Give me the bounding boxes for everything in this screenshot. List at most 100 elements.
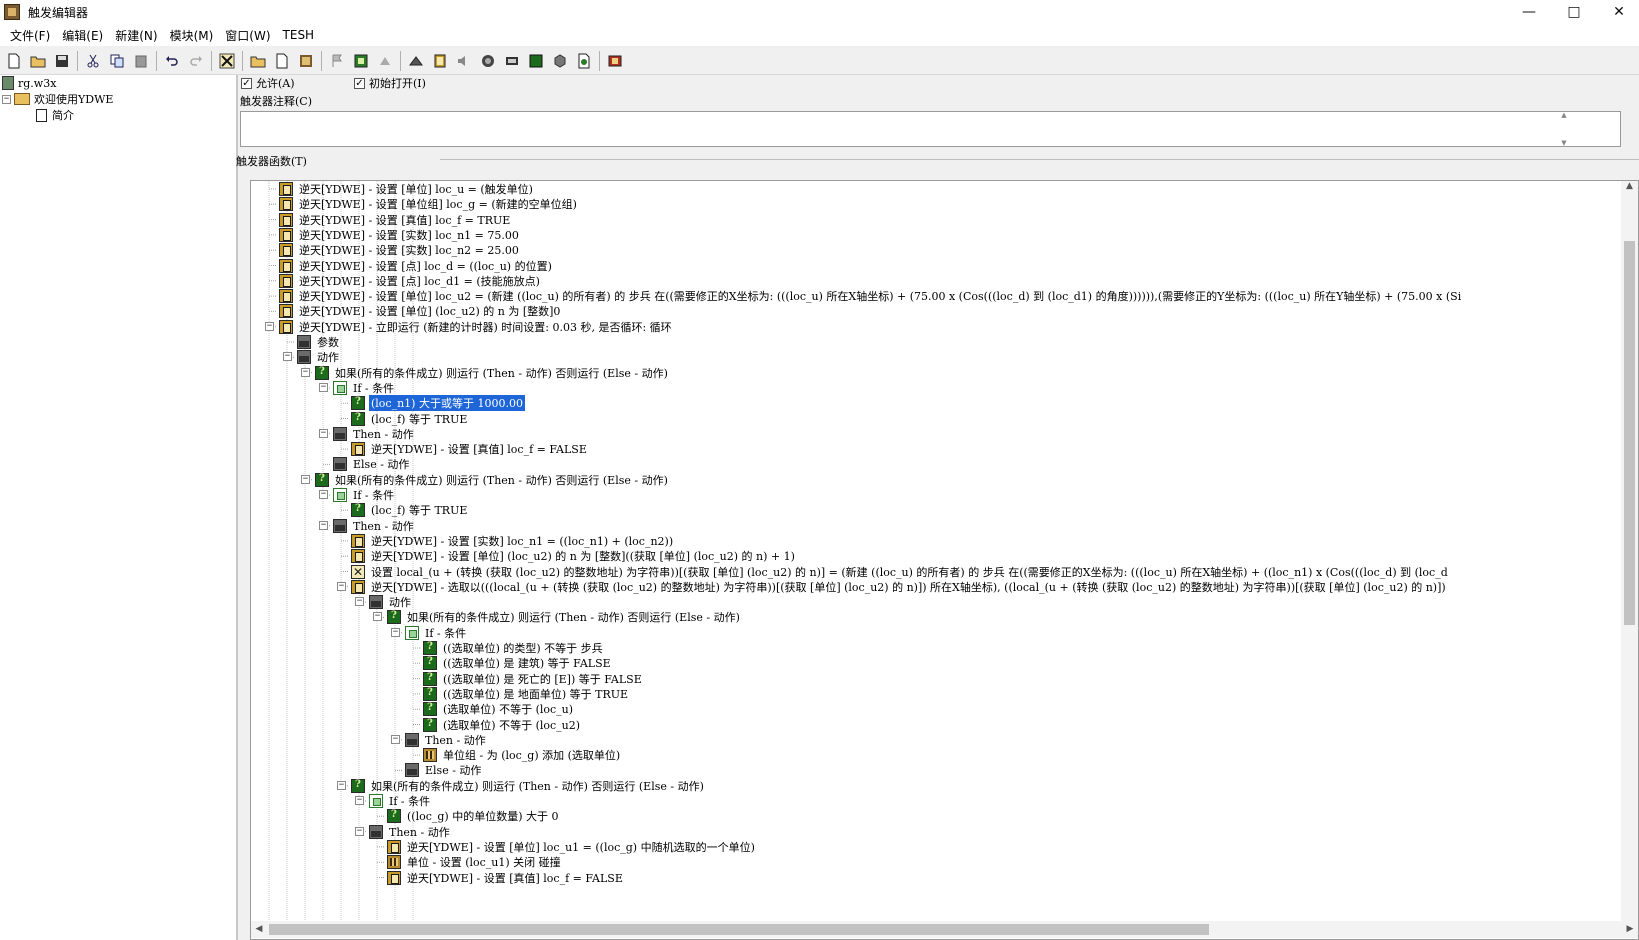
tree-row[interactable]: If - 条件	[333, 487, 396, 503]
initially-on-checkbox[interactable]: ✓ 初始打开(I)	[354, 75, 426, 91]
cut-icon[interactable]	[83, 51, 103, 71]
collapse-icon[interactable]: −	[373, 612, 382, 622]
unit-editor-icon[interactable]	[406, 51, 426, 71]
collapse-icon[interactable]: −	[301, 367, 310, 377]
tree-row[interactable]: (loc_f) 等于 TRUE	[351, 502, 469, 518]
ai-editor-icon[interactable]	[478, 51, 498, 71]
tree-row[interactable]: 逆天[YDWE] - 设置 [实数] loc_n2 = 25.00	[279, 242, 521, 258]
object-palette-icon[interactable]	[526, 51, 546, 71]
tree-row[interactable]: 单位 - 设置 (loc_u1) 关闭 碰撞	[387, 854, 563, 870]
horizontal-scroll-thumb[interactable]	[269, 924, 1209, 935]
collapse-icon[interactable]: −	[265, 321, 274, 331]
tree-row[interactable]: ((loc_g) 中的单位数量) 大于 0	[387, 808, 561, 824]
tree-row[interactable]: 动作	[369, 594, 413, 610]
tree-row[interactable]: ((选取单位) 是 建筑) 等于 FALSE	[423, 655, 613, 671]
tree-row[interactable]: Then - 动作	[333, 426, 416, 442]
test-map-icon[interactable]	[327, 51, 347, 71]
tree-row[interactable]: If - 条件	[405, 625, 468, 641]
tree-row[interactable]: ((选取单位) 是 地面单位) 等于 TRUE	[423, 686, 630, 702]
menu-file[interactable]: 文件(F)	[4, 27, 56, 44]
new-category-icon[interactable]	[248, 51, 268, 71]
tree-row[interactable]: 如果(所有的条件成立) 则运行 (Then - 动作) 否则运行 (Else -…	[315, 365, 670, 381]
tree-row[interactable]: (选取单位) 不等于 (loc_u)	[423, 701, 575, 717]
collapse-icon[interactable]: −	[301, 474, 310, 484]
comment-textarea[interactable]	[240, 111, 1621, 147]
tree-row[interactable]: (loc_n1) 大于或等于 1000.00	[351, 395, 525, 412]
trigger-editor-icon[interactable]	[375, 51, 395, 71]
new-icon[interactable]	[4, 51, 24, 71]
import-manager-icon[interactable]	[502, 51, 522, 71]
menu-module[interactable]: 模块(M)	[164, 27, 220, 44]
tree-row[interactable]: 逆天[YDWE] - 设置 [点] loc_d = ((loc_u) 的位置)	[279, 258, 554, 274]
collapse-icon[interactable]: −	[319, 490, 328, 499]
tree-row[interactable]: 逆天[YDWE] - 设置 [单位] (loc_u2) 的 n 为 [整数]((…	[351, 548, 797, 564]
trigger-functions-tree[interactable]: 逆天[YDWE] - 设置 [单位] loc_u = (触发单位) 逆天[YDWE…	[250, 180, 1639, 940]
collapse-icon[interactable]: −	[2, 94, 11, 104]
tree-row[interactable]: 逆天[YDWE] - 设置 [真值] loc_f = FALSE	[351, 441, 589, 457]
menu-window[interactable]: 窗口(W)	[219, 27, 276, 44]
tree-row[interactable]: ((选取单位) 的类型) 不等于 步兵	[423, 640, 605, 656]
tree-row[interactable]: 逆天[YDWE] - 设置 [单位] (loc_u2) 的 n 为 [整数]0	[279, 303, 562, 319]
collapse-icon[interactable]: −	[355, 796, 364, 805]
tree-row[interactable]: 逆天[YDWE] - 设置 [真值] loc_f = TRUE	[279, 212, 512, 228]
undo-icon[interactable]	[162, 51, 182, 71]
redo-icon[interactable]	[186, 51, 206, 71]
tree-row[interactable]: 逆天[YDWE] - 设置 [真值] loc_f = FALSE	[387, 870, 625, 886]
tree-row[interactable]: Else - 动作	[405, 762, 483, 778]
collapse-icon[interactable]: −	[355, 826, 364, 836]
new-event-icon[interactable]	[296, 51, 316, 71]
open-icon[interactable]	[28, 51, 48, 71]
tree-row[interactable]: If - 条件	[369, 793, 432, 809]
vertical-scrollbar[interactable]: ▲	[1621, 181, 1638, 921]
paste-icon[interactable]	[131, 51, 151, 71]
tree-row[interactable]: 逆天[YDWE] - 设置 [实数] loc_n1 = 75.00	[279, 227, 521, 243]
tree-row[interactable]: (选取单位) 不等于 (loc_u2)	[423, 717, 582, 733]
tree-row[interactable]: (loc_f) 等于 TRUE	[351, 411, 469, 427]
tree-item-trigger[interactable]: 简介	[36, 107, 74, 123]
comment-scrollbar[interactable]: ▲ ▼	[1560, 111, 1568, 147]
menu-edit[interactable]: 编辑(E)	[56, 27, 109, 44]
new-trigger-icon[interactable]	[272, 51, 292, 71]
scroll-up-icon[interactable]: ▲	[1621, 181, 1638, 197]
tree-row[interactable]: 逆天[YDWE] - 设置 [单位] loc_u2 = (新建 ((loc_u)…	[279, 288, 1463, 304]
scroll-left-icon[interactable]: ◀	[251, 921, 267, 938]
plugin-icon[interactable]	[605, 51, 625, 71]
tree-row[interactable]: Then - 动作	[333, 518, 416, 534]
tree-item-folder[interactable]: − 欢迎使用YDWE	[2, 91, 113, 107]
tree-row[interactable]: 如果(所有的条件成立) 则运行 (Then - 动作) 否则运行 (Else -…	[315, 472, 670, 488]
tree-row[interactable]: 如果(所有的条件成立) 则运行 (Then - 动作) 否则运行 (Else -…	[351, 778, 706, 794]
tree-row[interactable]: 参数	[297, 334, 341, 350]
tree-row[interactable]: 逆天[YDWE] - 选取以(((local_(u + (转换 (获取 (loc…	[351, 579, 1448, 595]
tree-row[interactable]: 逆天[YDWE] - 设置 [单位组] loc_g = (新建的空单位组)	[279, 196, 579, 212]
copy-icon[interactable]	[107, 51, 127, 71]
minimize-button[interactable]: —	[1506, 0, 1552, 24]
collapse-icon[interactable]: −	[355, 597, 364, 607]
collapse-icon[interactable]: −	[391, 734, 400, 744]
tree-row[interactable]: 逆天[YDWE] - 设置 [单位] loc_u = (触发单位)	[279, 181, 535, 197]
horizontal-scrollbar[interactable]: ◀ ▶	[251, 921, 1638, 938]
close-button[interactable]: ✕	[1596, 0, 1639, 24]
tree-row[interactable]: Then - 动作	[369, 824, 452, 840]
tree-row[interactable]: 如果(所有的条件成立) 则运行 (Then - 动作) 否则运行 (Else -…	[387, 609, 742, 625]
collapse-icon[interactable]: −	[319, 382, 328, 392]
object-editor-icon[interactable]	[454, 51, 474, 71]
collapse-icon[interactable]: −	[319, 520, 328, 530]
sound-editor-icon[interactable]	[430, 51, 450, 71]
tree-row[interactable]: If - 条件	[333, 380, 396, 396]
collapse-icon[interactable]: −	[391, 627, 400, 637]
menu-new[interactable]: 新建(N)	[109, 27, 163, 44]
save-icon[interactable]	[52, 51, 72, 71]
tree-row[interactable]: 单位组 - 为 (loc_g) 添加 (选取单位)	[423, 747, 622, 763]
tree-row[interactable]: 逆天[YDWE] - 设置 [单位] loc_u1 = ((loc_g) 中随机…	[387, 839, 757, 855]
scroll-right-icon[interactable]: ▶	[1622, 921, 1638, 938]
collapse-icon[interactable]: −	[319, 428, 328, 438]
tree-row[interactable]: ((选取单位) 是 死亡的 [E]) 等于 FALSE	[423, 671, 644, 687]
tree-row[interactable]: Else - 动作	[333, 456, 411, 472]
tree-row[interactable]: 逆天[YDWE] - 设置 [点] loc_d1 = (技能施放点)	[279, 273, 542, 289]
terrain-editor-icon[interactable]	[351, 51, 371, 71]
script-icon[interactable]	[550, 51, 570, 71]
delete-icon[interactable]	[217, 51, 237, 71]
tree-row[interactable]: 动作	[297, 349, 341, 365]
collapse-icon[interactable]: −	[283, 352, 292, 362]
tree-row[interactable]: 设置 local_(u + (转换 (获取 (loc_u2) 的整数地址) 为字…	[351, 564, 1450, 580]
